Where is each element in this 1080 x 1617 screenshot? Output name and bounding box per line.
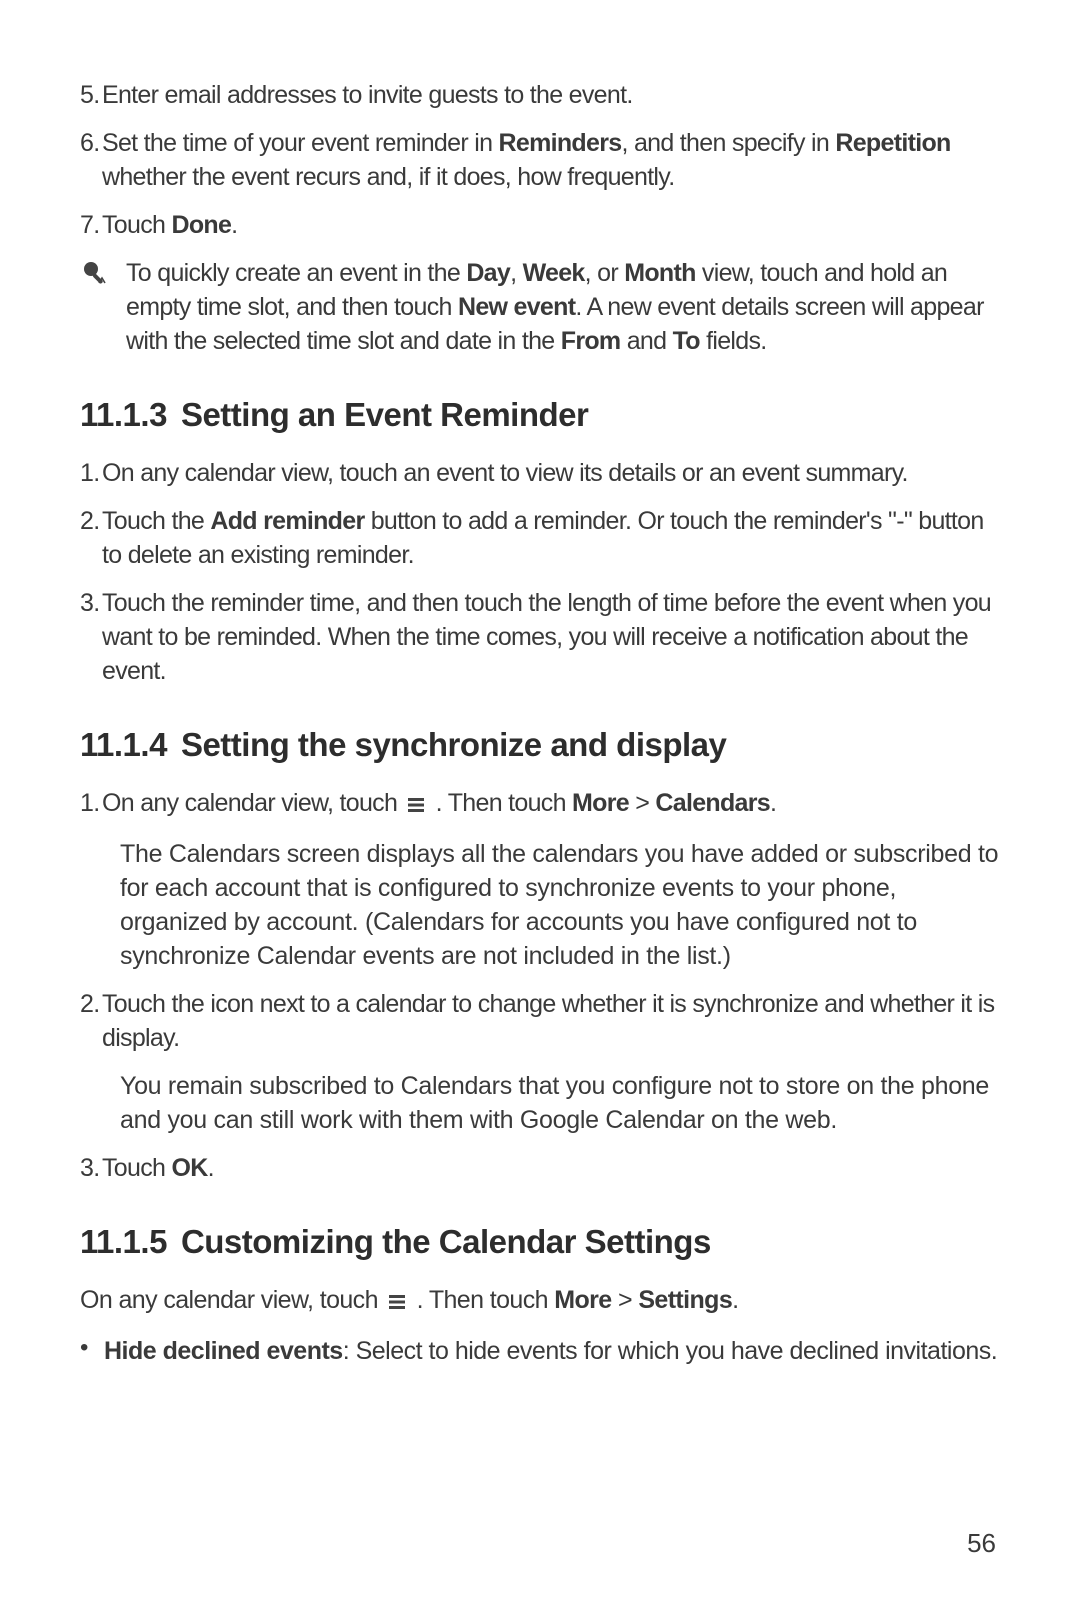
text-bold: OK (171, 1154, 207, 1182)
text: > (612, 1286, 639, 1314)
text-bold: Done (171, 211, 231, 239)
list-number: 5. (80, 78, 102, 112)
text-bold: More (554, 1286, 611, 1314)
section-title: Setting an Event Reminder (181, 396, 588, 433)
manual-page: 5. Enter email addresses to invite guest… (80, 78, 1000, 1382)
section-heading: 11.1.3 Setting an Event Reminder (80, 396, 1000, 434)
tip-icon (80, 256, 126, 288)
tip-text: To quickly create an event in the Day, W… (126, 256, 1000, 358)
list-number: 2. (80, 504, 102, 572)
steps-1114b: 2. Touch the icon next to a calendar to … (80, 987, 1000, 1055)
steps-1114: 1. On any calendar view, touch . Then to… (80, 786, 1000, 823)
text-bold: Reminders (499, 129, 622, 157)
list-item: 1. On any calendar view, touch an event … (80, 456, 1000, 490)
text: Enter email addresses to invite guests t… (102, 81, 633, 109)
bullet-dot: • (80, 1334, 104, 1368)
list-number: 1. (80, 456, 102, 490)
menu-icon (403, 789, 429, 823)
list-number: 1. (80, 786, 102, 823)
bullet-list: • Hide declined events: Select to hide e… (80, 1334, 1000, 1368)
page-number: 56 (967, 1528, 996, 1559)
list-number: 7. (80, 208, 102, 242)
list-body: Enter email addresses to invite guests t… (102, 78, 1000, 112)
list-body: Hide declined events: Select to hide eve… (104, 1334, 1000, 1368)
text: and (620, 327, 672, 355)
menu-icon (384, 1286, 410, 1320)
text: Touch (102, 211, 171, 239)
section-heading: 11.1.4 Setting the synchronize and displa… (80, 726, 1000, 764)
text: , (510, 259, 523, 287)
list-number: 6. (80, 126, 102, 194)
text-bold: Week (523, 259, 585, 287)
intro-line: On any calendar view, touch . Then touch… (80, 1283, 1000, 1320)
section-title: Customizing the Calendar Settings (181, 1223, 711, 1260)
list-item: 3. Touch the reminder time, and then tou… (80, 586, 1000, 688)
text-bold: Settings (638, 1286, 732, 1314)
text: Touch the (102, 507, 210, 535)
text-bold: To (673, 327, 700, 355)
list-item: • Hide declined events: Select to hide e… (80, 1334, 1000, 1368)
list-item: 7. Touch Done. (80, 208, 1000, 242)
steps-1113: 1. On any calendar view, touch an event … (80, 456, 1000, 688)
text: > (629, 789, 655, 817)
text: On any calendar view, touch (80, 1286, 384, 1314)
text: whether the event recurs and, if it does… (102, 163, 674, 191)
list-item: 6. Set the time of your event reminder i… (80, 126, 1000, 194)
text: . (231, 211, 237, 239)
text: On any calendar view, touch (102, 789, 403, 817)
text: Touch the reminder time, and then touch … (102, 589, 991, 685)
text: On any calendar view, touch an event to … (102, 459, 908, 487)
text: . (732, 1286, 738, 1314)
text: , or (585, 259, 625, 287)
step-note: You remain subscribed to Calendars that … (120, 1069, 1000, 1137)
text-bold: Add reminder (210, 507, 364, 535)
list-item: 1. On any calendar view, touch . Then to… (80, 786, 1000, 823)
text-bold: Month (624, 259, 695, 287)
text-bold: From (561, 327, 621, 355)
text: fields. (700, 327, 767, 355)
list-number: 3. (80, 1151, 102, 1185)
text-bold: More (572, 789, 629, 817)
text-bold: Repetition (835, 129, 950, 157)
list-body: On any calendar view, touch an event to … (102, 456, 1000, 490)
text-bold: Hide declined events (104, 1337, 343, 1365)
text-bold: New event (458, 293, 575, 321)
tip-block: To quickly create an event in the Day, W… (80, 256, 1000, 358)
text: , and then specify in (621, 129, 835, 157)
list-number: 3. (80, 586, 102, 688)
step-note: The Calendars screen displays all the ca… (120, 837, 1000, 973)
text: : Select to hide events for which you ha… (343, 1337, 998, 1365)
text: . (770, 789, 776, 817)
list-body: Touch the icon next to a calendar to cha… (102, 987, 1000, 1055)
list-body: Touch OK. (102, 1151, 1000, 1185)
text: Touch (102, 1154, 171, 1182)
section-title: Setting the synchronize and display (181, 726, 726, 763)
text: To quickly create an event in the (126, 259, 466, 287)
section-number: 11.1.4 (80, 726, 167, 763)
list-body: Touch Done. (102, 208, 1000, 242)
section-number: 11.1.5 (80, 1223, 167, 1260)
list-body: On any calendar view, touch . Then touch… (102, 786, 1000, 823)
list-item: 5. Enter email addresses to invite guest… (80, 78, 1000, 112)
text: . Then touch (417, 1286, 555, 1314)
list-body: Touch the reminder time, and then touch … (102, 586, 1000, 688)
list-item: 3. Touch OK. (80, 1151, 1000, 1185)
list-number: 2. (80, 987, 102, 1055)
text: . Then touch (436, 789, 572, 817)
text: . (208, 1154, 214, 1182)
steps-1114c: 3. Touch OK. (80, 1151, 1000, 1185)
text: Set the time of your event reminder in (102, 129, 499, 157)
list-item: 2. Touch the Add reminder button to add … (80, 504, 1000, 572)
list-item: 2. Touch the icon next to a calendar to … (80, 987, 1000, 1055)
text: Touch the icon next to a calendar to cha… (102, 990, 994, 1052)
list-body: Set the time of your event reminder in R… (102, 126, 1000, 194)
text-bold: Calendars (655, 789, 770, 817)
continued-steps: 5. Enter email addresses to invite guest… (80, 78, 1000, 242)
section-number: 11.1.3 (80, 396, 167, 433)
text-bold: Day (466, 259, 510, 287)
section-heading: 11.1.5 Customizing the Calendar Settings (80, 1223, 1000, 1261)
list-body: Touch the Add reminder button to add a r… (102, 504, 1000, 572)
